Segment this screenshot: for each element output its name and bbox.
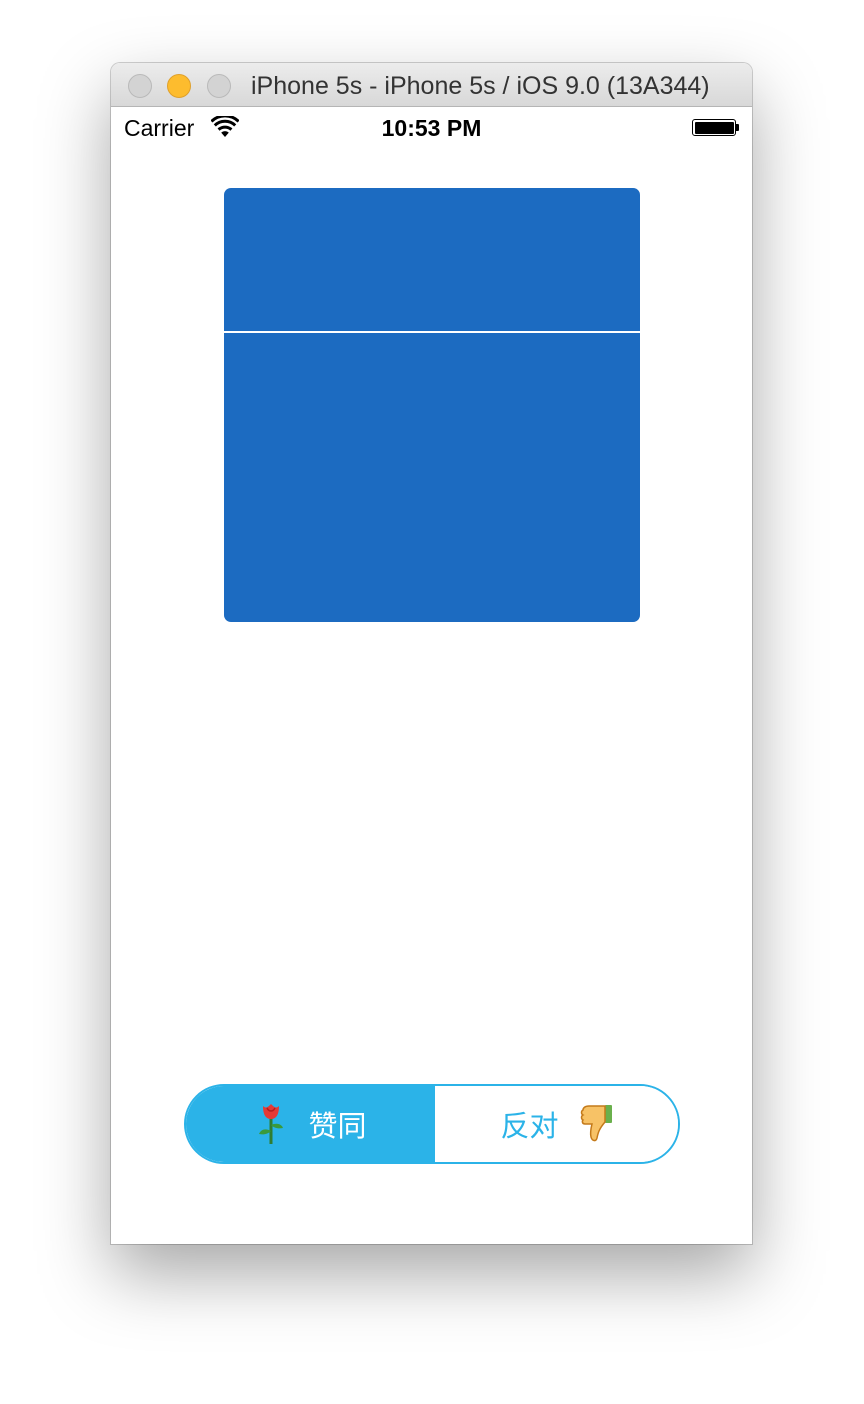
battery-level [694,121,734,134]
thumbs-down-icon [580,1105,612,1142]
simulator-window: iPhone 5s - iPhone 5s / iOS 9.0 (13A344)… [111,63,752,1244]
desktop: iPhone 5s - iPhone 5s / iOS 9.0 (13A344)… [0,0,864,1404]
card-divider [224,331,640,333]
battery-nub [736,124,739,131]
minimize-window-button[interactable] [167,74,191,98]
window-titlebar[interactable]: iPhone 5s - iPhone 5s / iOS 9.0 (13A344) [111,63,752,107]
battery-full-icon [692,119,736,136]
device-screen: Carrier 10:53 PM 赞同 反对 [111,107,752,1244]
zoom-window-button[interactable] [207,74,231,98]
status-bar: Carrier 10:53 PM [111,107,752,147]
status-time: 10:53 PM [381,115,482,141]
agree-label: 赞同 [308,1111,367,1143]
oppose-button[interactable]: 反对 [435,1086,678,1162]
vote-segmented-control: 赞同 反对 [184,1084,680,1164]
oppose-label: 反对 [500,1111,559,1143]
blue-card [224,188,640,622]
close-window-button[interactable] [128,74,152,98]
agree-button[interactable]: 赞同 [186,1086,435,1162]
window-title: iPhone 5s - iPhone 5s / iOS 9.0 (13A344) [251,72,710,100]
rose-icon [259,1104,284,1144]
